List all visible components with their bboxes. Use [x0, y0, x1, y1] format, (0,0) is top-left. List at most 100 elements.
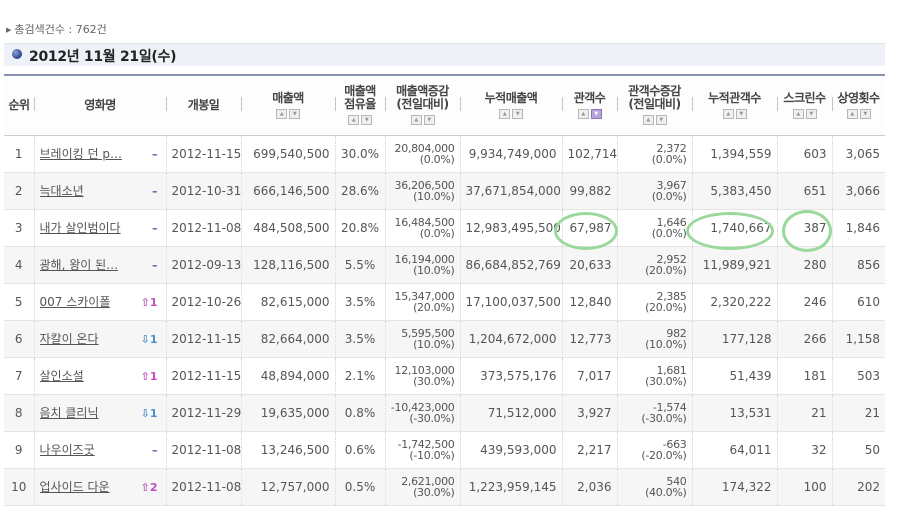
- audience-change-cell: 1,681 (30.0%): [616, 357, 692, 395]
- sort-down-icon[interactable]: ▼: [859, 108, 871, 119]
- col-sales-change: 매출액증감 (전일대비) ▲ ▼: [385, 74, 460, 136]
- table-row: 8 음치 클리닉 ⇩1 2012-11-29 19,635,000 0.8% -10,423…: [4, 394, 885, 432]
- col-cumulative-audience: 누적관객수 ▲ ▼: [692, 74, 777, 136]
- bullet-circle-icon: [12, 49, 22, 59]
- sales-change-pct: (-10.0%): [409, 448, 455, 462]
- release-date-cell: 2012-11-08: [165, 468, 241, 506]
- movie-title-link[interactable]: 광해, 왕이 된…: [40, 256, 119, 273]
- movie-title-link[interactable]: 내가 살인범이다: [40, 219, 121, 236]
- sales-cell: 12,757,000: [240, 468, 335, 506]
- shows-cell: 21: [831, 394, 885, 432]
- audience-change-pct: (0.0%): [651, 152, 687, 166]
- title-cell: 광해, 왕이 된… –: [33, 246, 166, 284]
- sales-change-cell: 15,347,000 (20.0%): [384, 283, 460, 321]
- movie-title-link[interactable]: 업사이드 다운: [40, 478, 110, 495]
- sort-up-icon[interactable]: ▲: [410, 115, 422, 126]
- sort-down-icon[interactable]: ▼: [805, 108, 817, 119]
- movie-title-link[interactable]: 007 스카이폴: [40, 293, 111, 310]
- cumulative-audience-cell: 11,989,921: [691, 246, 777, 284]
- sales-change-pct: (-30.0%): [409, 411, 455, 425]
- share-cell: 30.0%: [334, 135, 385, 173]
- shows-cell: 503: [831, 357, 885, 395]
- cumulative-sales-cell: 12,983,495,500: [459, 209, 562, 247]
- sort-up-icon[interactable]: ▲: [642, 115, 654, 126]
- box-office-table: 순위 영화명 개봉일 매출액 ▲ ▼ 매출액 점유율 ▲ ▼ 매출액증감 (전일대비) ▲ ▼ …: [4, 74, 885, 506]
- audience-change-value: 2,385: [656, 289, 687, 303]
- audience-change-pct: (20.0%): [645, 263, 687, 277]
- screens-cell: 651: [776, 172, 832, 210]
- down-arrow-icon: ⇩: [140, 406, 150, 420]
- sort-down-icon[interactable]: ▼: [423, 115, 435, 126]
- sort-down-icon[interactable]: ▼: [655, 115, 667, 126]
- bullet-icon: ▶: [6, 26, 12, 34]
- share-cell: 0.6%: [334, 431, 385, 469]
- sales-change-cell: 36,206,500 (10.0%): [384, 172, 460, 210]
- audience-change-value: 3,967: [656, 178, 687, 192]
- shows-cell: 1,158: [831, 320, 885, 358]
- col-shows: 상영횟수 ▲ ▼: [832, 74, 885, 136]
- rank-cell: 9: [4, 431, 34, 469]
- sales-change-value: 16,194,000: [394, 252, 455, 266]
- table-row: 4 광해, 왕이 된… –2012-09-13 128,116,500 5.5% 16,1…: [4, 246, 885, 284]
- audience-change-value: 982: [666, 326, 687, 340]
- movie-title-link[interactable]: 나우이즈굿: [40, 441, 95, 458]
- sort-up-icon[interactable]: ▲: [499, 108, 510, 119]
- audience-change-cell: 540 (40.0%): [616, 468, 692, 506]
- rank-change-value: 2: [149, 480, 158, 494]
- rank-change: –: [152, 185, 158, 198]
- sales-cell: 128,116,500: [240, 246, 335, 284]
- audience-cell: 7,017: [561, 357, 617, 395]
- movie-title-link[interactable]: 음치 클리닉: [40, 404, 99, 421]
- sort-up-icon[interactable]: ▲: [348, 115, 359, 126]
- sort-up-icon[interactable]: ▲: [846, 108, 858, 119]
- screens-cell: 603: [776, 135, 832, 173]
- sort-down-icon[interactable]: ▼: [289, 108, 300, 119]
- rank-cell: 1: [4, 135, 34, 173]
- rank-cell: 5: [4, 283, 34, 321]
- sort-down-icon[interactable]: ▼: [590, 108, 602, 119]
- screens-cell: 100: [776, 468, 832, 506]
- release-date-cell: 2012-10-26: [165, 283, 241, 321]
- sort-up-icon[interactable]: ▲: [276, 108, 287, 119]
- audience-change-value: 1,681: [656, 363, 687, 377]
- rank-cell: 2: [4, 172, 34, 210]
- cumulative-sales-cell: 9,934,749,000: [459, 135, 562, 173]
- sort-down-icon[interactable]: ▼: [512, 108, 523, 119]
- sort-down-icon[interactable]: ▼: [361, 115, 372, 126]
- screens-cell: 181: [776, 357, 832, 395]
- date-label: 2012년 11월 21일(수): [29, 49, 177, 65]
- movie-title-link[interactable]: 브레이킹 던 p…: [40, 145, 122, 162]
- col-audience: 관객수 ▲ ▼: [562, 74, 617, 136]
- title-cell: 살인소설 ⇧1: [33, 357, 166, 395]
- total-count: ▶ 총검색건수 : 762건: [6, 21, 107, 37]
- shows-cell: 1,846: [831, 209, 885, 247]
- movie-title-link[interactable]: 살인소설: [40, 367, 84, 384]
- screens-cell: 387: [776, 209, 832, 247]
- audience-change-cell: 2,385 (20.0%): [616, 283, 692, 321]
- sort-up-icon[interactable]: ▲: [792, 108, 804, 119]
- audience-cell: 102,714: [561, 135, 617, 173]
- sales-change-cell: 5,595,500 (10.0%): [384, 320, 460, 358]
- cumulative-audience-cell: 51,439: [691, 357, 777, 395]
- sales-change-value: -1,742,500: [397, 437, 455, 451]
- cumulative-sales-cell: 37,671,854,000: [459, 172, 562, 210]
- audience-change-value: -1,574: [652, 400, 687, 414]
- rank-cell: 7: [4, 357, 34, 395]
- cumulative-audience-cell: 64,011: [691, 431, 777, 469]
- screens-cell: 246: [776, 283, 832, 321]
- sort-up-icon[interactable]: ▲: [577, 108, 589, 119]
- cumulative-audience-cell: 2,320,222: [691, 283, 777, 321]
- audience-change-pct: (40.0%): [645, 485, 687, 499]
- sort-down-icon[interactable]: ▼: [735, 108, 747, 119]
- sort-up-icon[interactable]: ▲: [722, 108, 734, 119]
- movie-title-link[interactable]: 자칼이 온다: [40, 330, 99, 347]
- sales-cell: 13,246,500: [240, 431, 335, 469]
- rank-change: ⇩1: [141, 333, 158, 346]
- rank-change: ⇧1: [141, 296, 158, 309]
- sales-change-pct: (0.0%): [419, 152, 455, 166]
- rank-change-value: 1: [149, 332, 158, 346]
- cumulative-sales-cell: 86,684,852,769: [459, 246, 562, 284]
- audience-change-cell: 3,967 (0.0%): [616, 172, 692, 210]
- movie-title-link[interactable]: 늑대소년: [40, 182, 84, 199]
- audience-change-value: 2,952: [656, 252, 687, 266]
